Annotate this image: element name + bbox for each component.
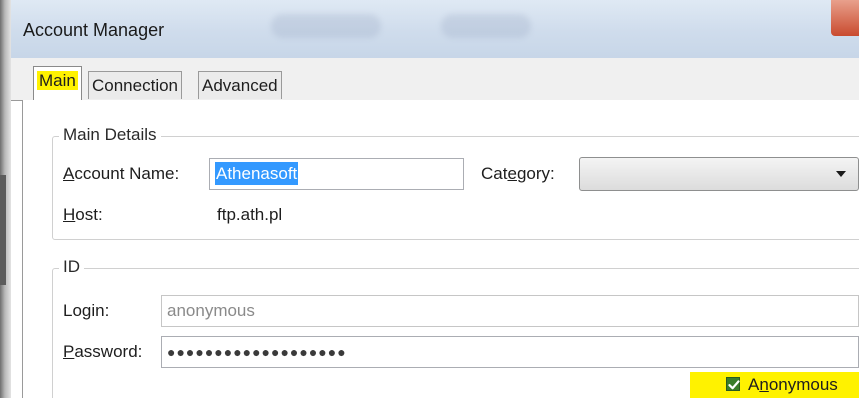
host-value[interactable]: ftp.ath.pl xyxy=(217,205,282,225)
title-bar-blur xyxy=(441,14,531,38)
title-bar[interactable]: Account Manager xyxy=(11,0,859,58)
tab-main[interactable]: Main xyxy=(33,66,82,100)
account-name-label: Account Name: xyxy=(63,164,180,183)
tab-connection-label: Connection xyxy=(92,76,179,95)
host-label: Host: xyxy=(63,205,103,224)
password-value: ●●●●●●●●●●●●●●●●●●● xyxy=(167,344,347,360)
anonymous-checkbox-row[interactable]: Anonymous xyxy=(690,372,859,398)
tab-advanced-label: Advanced xyxy=(202,76,278,95)
password-label: Password: xyxy=(63,342,143,361)
anonymous-checkbox[interactable] xyxy=(726,377,740,391)
check-icon xyxy=(728,380,740,390)
window-title: Account Manager xyxy=(23,20,165,40)
login-label: Login: xyxy=(63,301,110,320)
chevron-down-icon xyxy=(836,171,846,177)
tab-advanced[interactable]: Advanced xyxy=(198,71,282,99)
window-left-edge xyxy=(0,0,11,398)
account-name-value: Athenasoft xyxy=(215,162,299,185)
login-input[interactable]: anonymous xyxy=(161,295,859,327)
main-details-group-label: Main Details xyxy=(59,125,161,145)
window-left-edge-shadow xyxy=(0,175,6,285)
category-label: Category: xyxy=(481,164,555,183)
tab-main-label: Main xyxy=(37,71,78,90)
close-icon[interactable] xyxy=(831,0,859,36)
account-name-input[interactable]: Athenasoft xyxy=(209,158,464,190)
category-dropdown[interactable] xyxy=(579,157,859,191)
id-group-label: ID xyxy=(59,257,84,277)
password-input[interactable]: ●●●●●●●●●●●●●●●●●●● xyxy=(161,336,859,368)
title-bar-blur xyxy=(271,14,381,38)
anonymous-checkbox-label: Anonymous xyxy=(748,375,838,394)
login-value: anonymous xyxy=(167,301,255,320)
tab-strip: Main Connection Advanced xyxy=(11,58,859,101)
tab-connection[interactable]: Connection xyxy=(88,71,183,99)
